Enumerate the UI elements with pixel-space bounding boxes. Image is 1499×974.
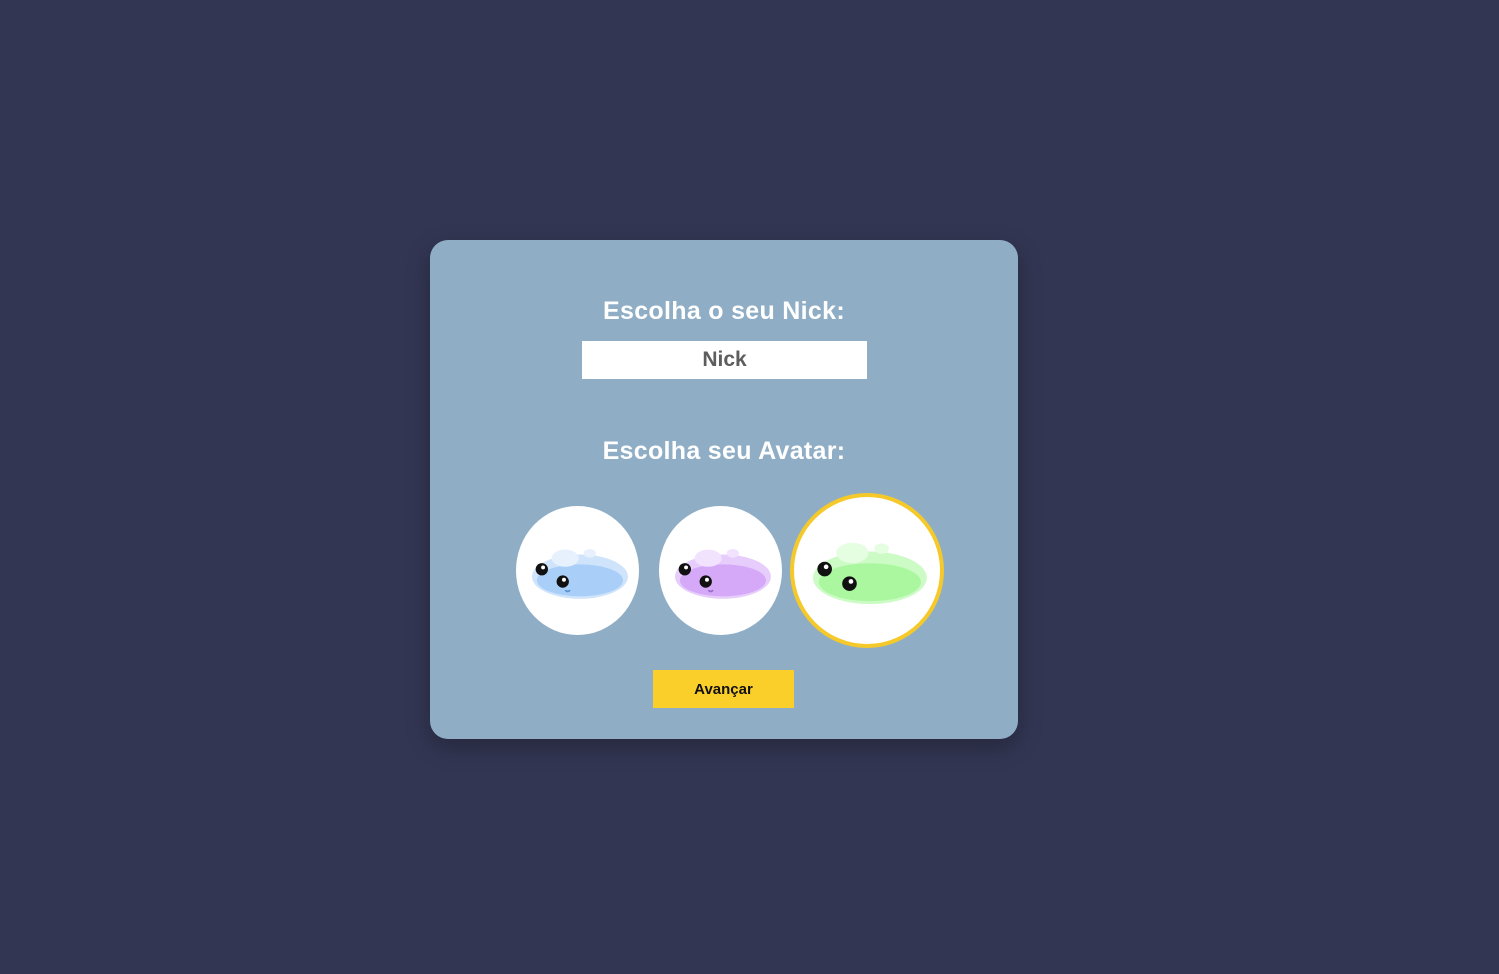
- setup-card: Escolha o seu Nick: Escolha seu Avatar:: [430, 240, 1018, 739]
- avatar-option-blue[interactable]: [516, 506, 639, 635]
- blue-slime-icon: [531, 548, 628, 599]
- avatar-option-green[interactable]: [790, 493, 944, 648]
- nick-input[interactable]: [582, 341, 867, 379]
- nick-title: Escolha o seu Nick:: [603, 297, 845, 325]
- avatar-title: Escolha seu Avatar:: [602, 437, 846, 465]
- next-button[interactable]: Avançar: [653, 670, 794, 708]
- purple-slime-icon: [674, 548, 771, 599]
- avatar-option-purple[interactable]: [659, 506, 782, 635]
- green-slime-icon: [812, 542, 927, 605]
